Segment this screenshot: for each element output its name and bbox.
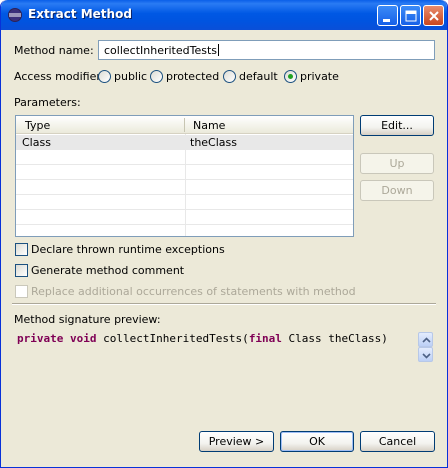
generate-comment-label[interactable]: Generate method comment bbox=[31, 264, 184, 277]
keyword-void: void bbox=[69, 332, 97, 345]
eclipse-icon bbox=[8, 8, 22, 22]
edit-button-label: Edit... bbox=[381, 119, 413, 132]
signature-text: collectInheritedTests( bbox=[96, 332, 249, 345]
minimize-button[interactable] bbox=[377, 5, 398, 26]
method-name-input[interactable]: collectInheritedTests bbox=[98, 40, 435, 60]
close-button[interactable] bbox=[423, 5, 444, 26]
empty-row bbox=[16, 210, 353, 225]
maximize-button[interactable] bbox=[400, 5, 421, 26]
up-button-label: Up bbox=[389, 157, 405, 170]
cancel-button[interactable]: Cancel bbox=[360, 431, 435, 452]
chevron-up-icon bbox=[422, 337, 431, 343]
signature-params: Class theClass) bbox=[281, 332, 388, 345]
cell-type: Class bbox=[22, 136, 51, 149]
declare-exceptions-label[interactable]: Declare thrown runtime exceptions bbox=[31, 243, 225, 256]
column-header-type[interactable]: Type bbox=[25, 119, 50, 132]
radio-protected-label[interactable]: protected bbox=[166, 70, 219, 83]
signature-preview-text: private void collectInheritedTests(final… bbox=[17, 331, 413, 347]
cell-name: theClass bbox=[190, 136, 237, 149]
empty-row bbox=[16, 180, 353, 195]
text-caret bbox=[218, 44, 220, 56]
table-row[interactable]: Class theClass bbox=[16, 135, 353, 150]
window-title: Extract Method bbox=[28, 7, 132, 21]
preview-button[interactable]: Preview > bbox=[199, 431, 274, 452]
replace-occurrences-label[interactable]: Replace additional occurrences of statem… bbox=[31, 285, 356, 298]
scroll-up-button[interactable] bbox=[418, 332, 433, 347]
down-button[interactable]: Down bbox=[360, 180, 434, 201]
generate-comment-checkbox[interactable] bbox=[15, 264, 28, 277]
close-icon bbox=[429, 11, 439, 21]
radio-private[interactable] bbox=[284, 70, 297, 83]
parameters-table[interactable]: Type Name Class theClass bbox=[15, 115, 354, 237]
parameters-label: Parameters: bbox=[14, 96, 81, 109]
radio-public-label[interactable]: public bbox=[114, 70, 147, 83]
table-header: Type Name bbox=[16, 116, 353, 134]
method-name-label: Method name: bbox=[14, 44, 94, 57]
signature-preview-label: Method signature preview: bbox=[14, 313, 161, 326]
replace-occurrences-checkbox[interactable] bbox=[15, 285, 28, 298]
cancel-button-label: Cancel bbox=[378, 435, 417, 448]
separator bbox=[12, 303, 436, 305]
method-name-value: collectInheritedTests bbox=[104, 44, 218, 57]
column-header-name[interactable]: Name bbox=[193, 119, 225, 132]
declare-exceptions-checkbox[interactable] bbox=[15, 243, 28, 256]
scroll-down-button[interactable] bbox=[418, 347, 433, 362]
ok-button[interactable]: OK bbox=[280, 431, 354, 452]
column-divider[interactable] bbox=[184, 118, 185, 132]
down-button-label: Down bbox=[381, 184, 413, 197]
radio-protected[interactable] bbox=[150, 70, 163, 83]
ok-button-label: OK bbox=[309, 435, 325, 448]
access-modifier-label: Access modifier: bbox=[14, 70, 105, 83]
radio-selected-dot bbox=[288, 74, 293, 79]
empty-row bbox=[16, 150, 353, 165]
signature-preview[interactable]: private void collectInheritedTests(final… bbox=[13, 329, 435, 368]
empty-row bbox=[16, 165, 353, 180]
radio-default[interactable] bbox=[223, 70, 236, 83]
preview-button-label: Preview > bbox=[208, 435, 265, 448]
extract-method-dialog: Extract Method Method name: collectInher… bbox=[0, 0, 448, 468]
radio-default-label[interactable]: default bbox=[239, 70, 278, 83]
maximize-icon bbox=[405, 10, 417, 22]
empty-row bbox=[16, 195, 353, 210]
up-button[interactable]: Up bbox=[360, 153, 434, 174]
title-bar[interactable]: Extract Method bbox=[1, 0, 447, 30]
keyword-final: final bbox=[248, 332, 282, 345]
chevron-down-icon bbox=[422, 353, 431, 359]
minimize-icon bbox=[383, 19, 390, 22]
radio-public[interactable] bbox=[98, 70, 111, 83]
keyword-private: private bbox=[17, 332, 64, 345]
radio-private-label[interactable]: private bbox=[300, 70, 339, 83]
edit-button[interactable]: Edit... bbox=[360, 115, 434, 136]
